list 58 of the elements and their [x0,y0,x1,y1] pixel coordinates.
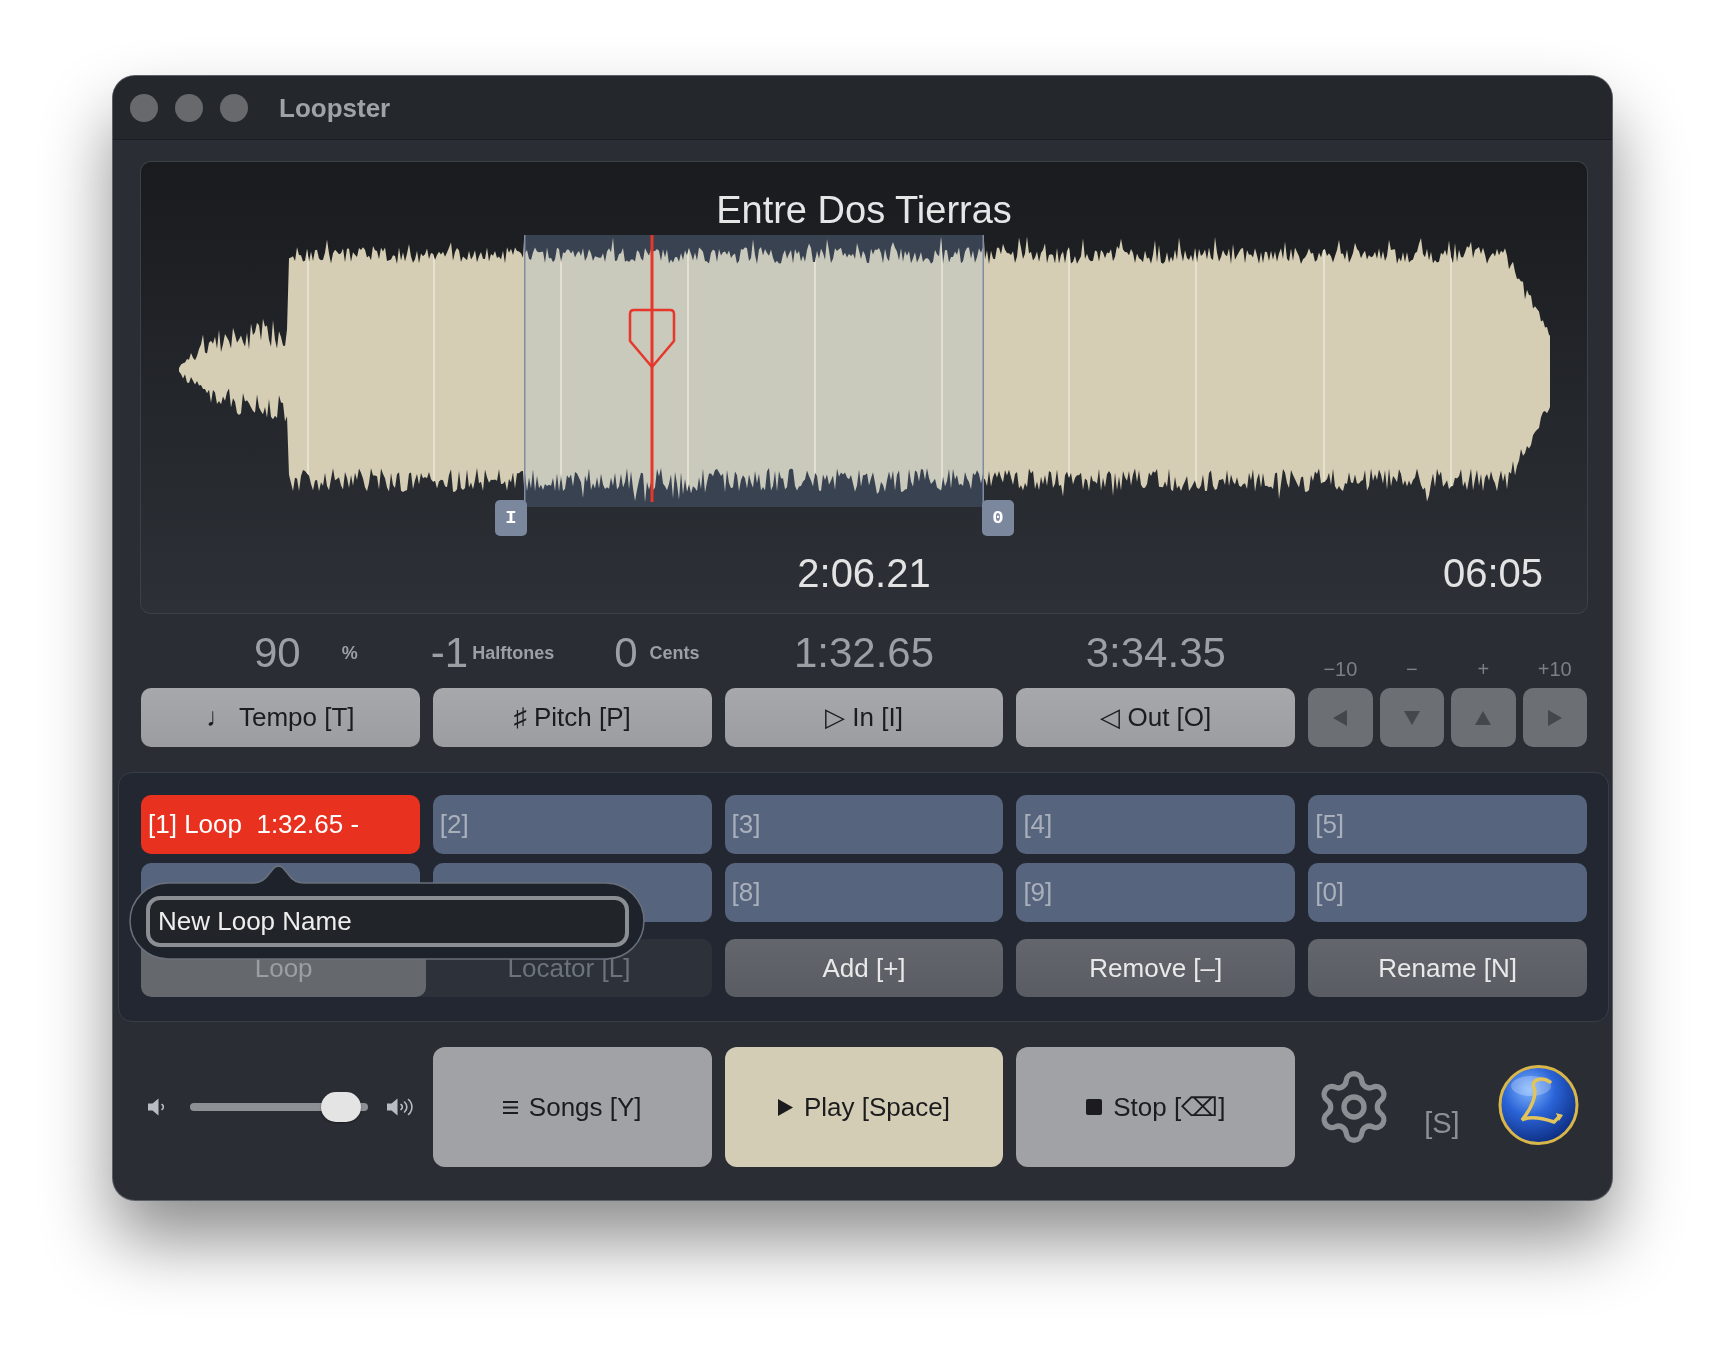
out-point-button[interactable]: ◁ Out [O] [1016,688,1296,747]
nudge-button[interactable] [1451,688,1516,747]
action-button[interactable]: Add [+] [724,939,1004,997]
pitch-button[interactable]: ♯ Pitch [P] [432,688,712,747]
close-button[interactable] [130,93,158,122]
speaker-loud-icon [387,1097,414,1117]
volume-slider[interactable] [190,1092,368,1122]
song-title: Entre Dos Tierras [716,188,1012,233]
nudge-button[interactable] [1379,688,1445,747]
loop-slot[interactable]: [3] [724,795,1004,854]
pitch-value: -1 [430,629,469,677]
volume-thumb[interactable] [321,1092,362,1122]
in-marker[interactable]: I [495,500,527,536]
in-point-button[interactable]: ▷ In [I] [724,688,1004,747]
loop-slot[interactable]: [4] [1016,795,1296,854]
playhead[interactable] [628,235,676,502]
action-button[interactable]: Remove [–] [1016,939,1296,997]
loop-slot[interactable]: [8] [724,863,1004,922]
tempo-unit: % [341,642,358,664]
triangle-up-icon [1475,710,1492,725]
nudge-button[interactable] [1308,688,1373,747]
loop-slot[interactable]: [1] Loop 1:32.65 - [141,795,420,854]
loop-name-field[interactable]: New Loop Name [146,896,629,947]
action-button[interactable]: Rename [N] [1308,939,1587,997]
duration-time: 06:05 [1442,550,1543,597]
songs-button[interactable]: Songs [Y] [432,1047,712,1167]
tempo-value: 90 [254,629,301,677]
window-title: Loopster [279,92,391,123]
cents-value: 0 [614,629,638,677]
triangle-left-icon [1333,709,1348,726]
pitch-unit: Halftones [472,642,555,664]
loop-slot[interactable]: [9] [1016,863,1296,922]
settings-shortcut: [S] [1424,1106,1460,1140]
cents-unit: Cents [649,642,700,664]
triangle-right-icon [1547,709,1562,726]
loop-region[interactable] [524,235,984,507]
nudge-caption: +10 [1537,657,1572,681]
triangle-down-icon [1403,710,1420,725]
nudge-caption: − [1406,657,1418,681]
nudge-button[interactable] [1522,688,1587,747]
out-marker[interactable]: 0 [982,500,1014,536]
tempo-button[interactable]: ♩ Tempo [T] [141,688,420,747]
loop-slot[interactable]: [2] [432,795,712,854]
stop-icon [1086,1099,1103,1115]
loop-slot[interactable]: [0] [1308,863,1587,922]
logo-icon[interactable] [1497,1064,1579,1146]
out-point-time: 3:34.35 [1085,629,1226,677]
position-time: 2:06.21 [797,550,931,597]
loop-slot[interactable]: [5] [1308,795,1587,854]
in-point-time: 1:32.65 [793,629,935,677]
maximize-button[interactable] [220,93,248,122]
minimize-button[interactable] [175,93,203,122]
list-icon [502,1100,518,1114]
stop-button[interactable]: Stop [⌫] [1016,1047,1296,1167]
nudge-caption: + [1477,657,1490,681]
play-icon [778,1098,793,1116]
nudge-caption: −10 [1323,657,1358,681]
play-button[interactable]: Play [Space] [724,1047,1004,1167]
